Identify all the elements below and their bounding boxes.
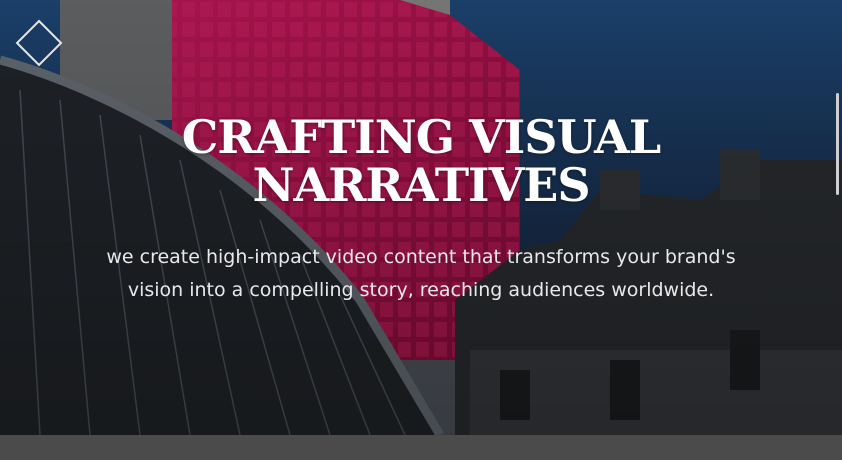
hero-subtitle: we create high-impact video content that… — [106, 246, 736, 301]
scrollbar-thumb[interactable] — [836, 93, 839, 195]
hero-section: CRAFTING VISUAL NARRATIVES we create hig… — [0, 0, 842, 435]
headline-line-1: CRAFTING VISUAL — [181, 110, 661, 164]
headline-line-2: NARRATIVES — [252, 158, 590, 212]
hero-background-image — [0, 0, 842, 435]
bottom-bar — [0, 435, 842, 460]
hero-headline: CRAFTING VISUAL NARRATIVES — [0, 113, 842, 209]
logo-diamond-icon[interactable] — [14, 18, 64, 68]
